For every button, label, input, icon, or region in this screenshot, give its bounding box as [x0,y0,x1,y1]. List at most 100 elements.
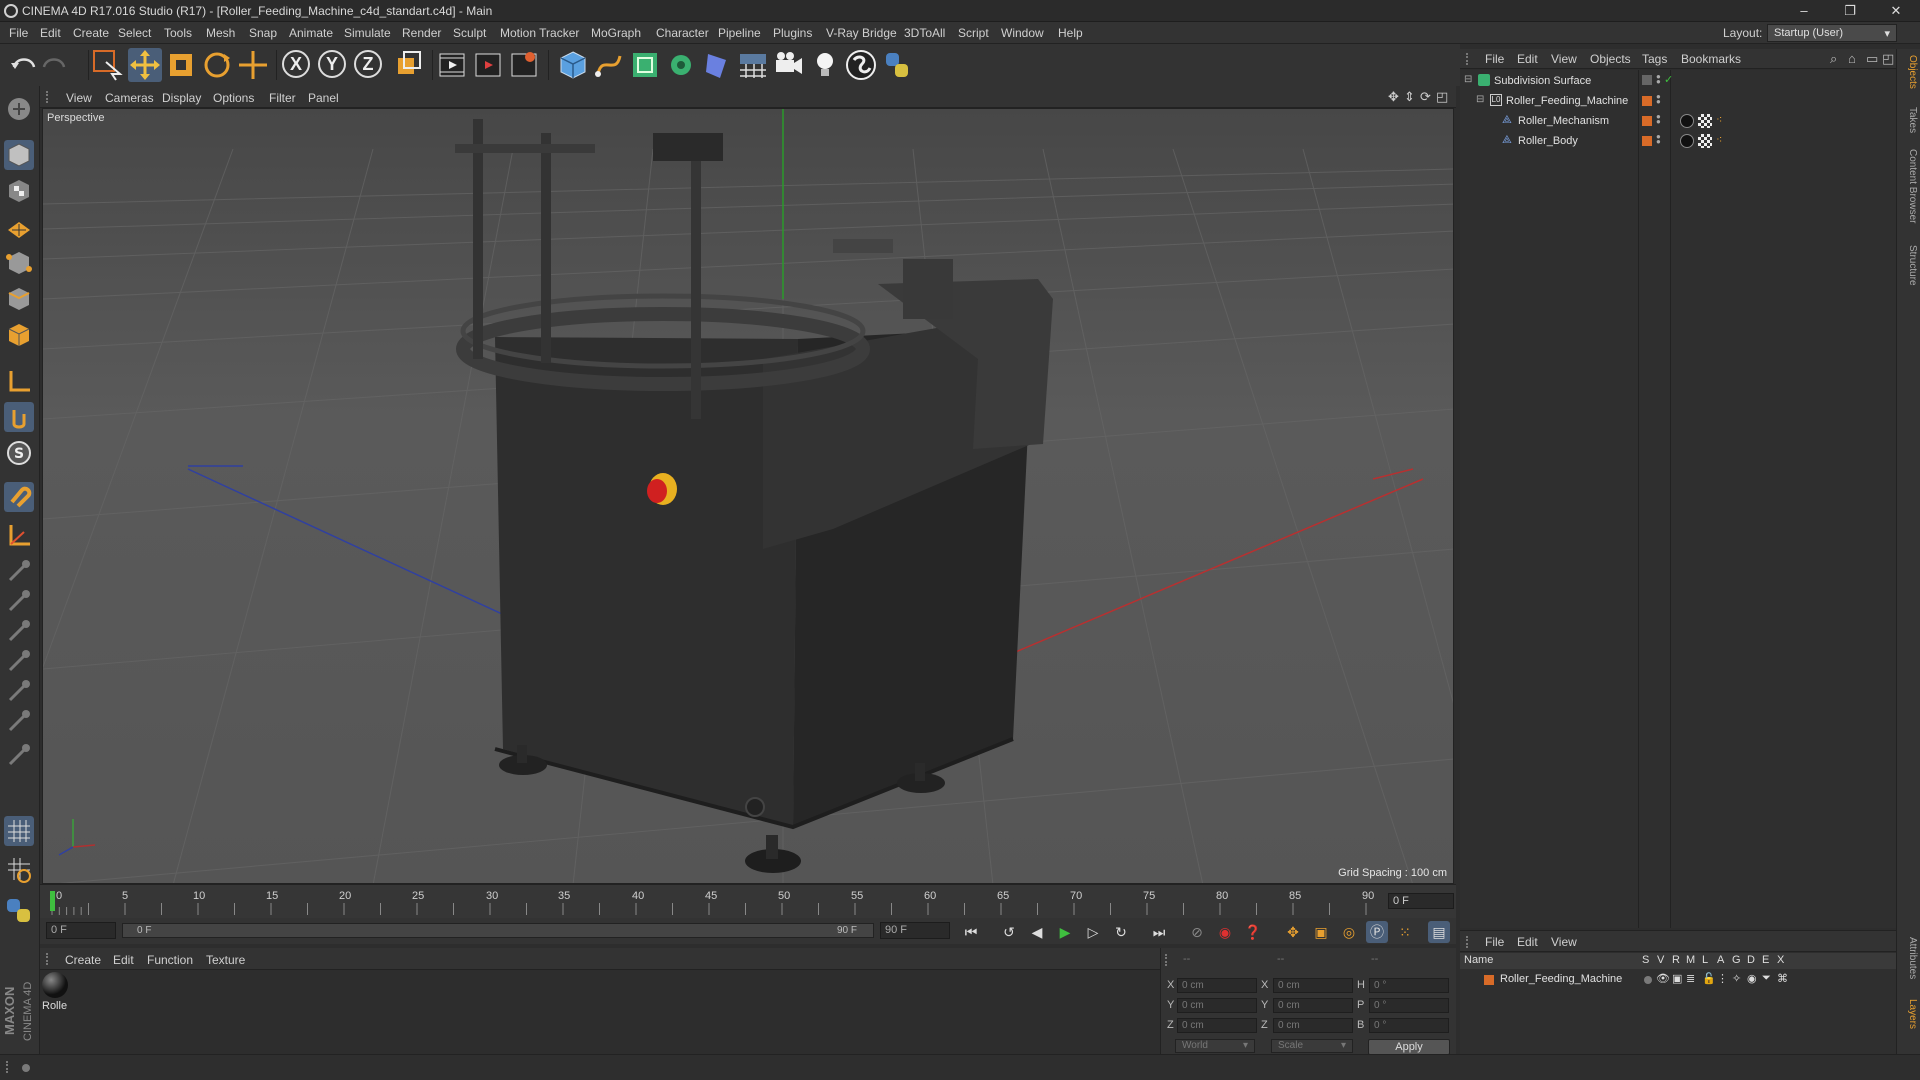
tree-row-subdivision-surface[interactable]: ⊟ Subdivision Surface ● ● ✓ [1460,73,1896,93]
material-swatch[interactable]: Rolle [42,972,70,1016]
panel-grip-icon[interactable] [1165,954,1175,966]
snapping-icon[interactable]: S [4,438,34,468]
model-mode-icon[interactable] [4,140,34,170]
material-menu-edit[interactable]: Edit [113,953,134,967]
tag-dots-icon[interactable]: ⁖ [1716,113,1722,126]
collapse-icon[interactable]: ⊟ [1464,74,1472,85]
layer-xref-icon[interactable]: ⌘ [1777,972,1788,985]
move-tool-icon[interactable] [128,48,162,82]
visibility-dots[interactable]: ● ● [1656,113,1661,126]
key-pla-icon[interactable]: ⁙ [1394,921,1416,943]
y-axis-lock-button[interactable]: Y [318,50,346,78]
menu-simulate[interactable]: Simulate [344,26,391,40]
layer-row[interactable]: Roller_Feeding_Machine 👁 ▣ ≣ 🔓 ⋮ ✧ ◉ ⏷ ⌘ [1460,971,1896,991]
pen-spline-icon[interactable] [592,48,626,82]
layer-swatch[interactable] [1642,136,1652,146]
viewport-zoom-icon[interactable]: ⇕ [1404,89,1415,105]
sculpt-brush-3-icon[interactable] [4,616,34,646]
redo-icon[interactable] [42,58,66,68]
layer-manager-icon[interactable]: ≣ [1686,972,1695,985]
tree-row-roller-body[interactable]: ⟁ Roller_Body ● ● ⁖ [1460,133,1896,153]
home-icon[interactable]: ⌂ [1848,51,1856,66]
next-key-icon[interactable]: ↻ [1110,921,1132,943]
record-keys-icon[interactable]: ⊘ [1186,921,1208,943]
panel-maximize-icon[interactable]: ◰ [1882,51,1894,67]
roller-feeding-machine-model[interactable] [455,119,1053,873]
menu-script[interactable]: Script [958,26,989,40]
python-script-icon[interactable] [4,896,34,926]
undo-icon[interactable] [11,58,36,70]
viewport-menu-display[interactable]: Display [162,91,201,105]
enabled-check-icon[interactable]: ✓ [1664,73,1673,86]
menu-vray-bridge[interactable]: V-Ray Bridge [826,26,897,40]
search-icon[interactable]: ⌕ [1830,51,1837,67]
menu-select[interactable]: Select [118,26,151,40]
rotation-p-field[interactable]: 0 ° [1369,998,1449,1013]
viewport-menu-panel[interactable]: Panel [308,91,339,105]
coordinate-mode-select[interactable]: World ▾ [1175,1039,1255,1053]
rotation-b-field[interactable]: 0 ° [1369,1018,1449,1033]
render-region-icon[interactable] [472,48,506,82]
object-menu-objects[interactable]: Objects [1590,52,1631,66]
layer-deformer-icon[interactable]: ◉ [1747,972,1757,985]
menu-3dtoall[interactable]: 3DToAll [904,26,945,40]
z-axis-lock-button[interactable]: Z [354,50,382,78]
position-x-field[interactable]: 0 cm [1177,978,1257,993]
edges-mode-icon[interactable] [4,284,34,314]
viewport-menu-cameras[interactable]: Cameras [105,91,154,105]
panel-grip-icon[interactable] [46,91,56,103]
menu-edit[interactable]: Edit [40,26,61,40]
tree-row-roller-mechanism[interactable]: ⟁ Roller_Mechanism ● ● ⁖ [1460,113,1896,133]
tweak-mode-icon[interactable] [4,402,34,432]
keyframe-selection-icon[interactable]: ❓ [1242,921,1264,943]
sculpt-brush-4-icon[interactable] [4,646,34,676]
current-frame-field[interactable]: 0 F [1388,893,1454,909]
menu-plugins[interactable]: Plugins [773,26,812,40]
deformer-icon[interactable] [700,48,734,82]
uvw-tag-icon[interactable] [1698,134,1712,148]
menu-sculpt[interactable]: Sculpt [453,26,486,40]
magnet-icon[interactable] [4,482,34,512]
key-parameter-icon[interactable]: Ⓟ [1366,921,1388,943]
panel-grip-icon[interactable] [1466,53,1476,65]
material-menu-create[interactable]: Create [65,953,101,967]
workplane-icon[interactable] [4,212,34,242]
layer-visible-eye-icon[interactable]: 👁 [1656,972,1670,985]
layer-render-icon[interactable]: ▣ [1672,972,1682,985]
sculpt-brush-6-icon[interactable] [4,706,34,736]
viewport-menu-view[interactable]: View [66,91,92,105]
coordinate-system-icon[interactable] [392,48,426,82]
grid-snap-icon[interactable] [4,854,34,884]
tab-content-browser[interactable]: Content Browser [1900,149,1918,223]
subdivision-surface-icon[interactable] [628,48,662,82]
visibility-dots[interactable]: ● ● [1656,73,1661,86]
menu-pipeline[interactable]: Pipeline [718,26,761,40]
material-tag-icon[interactable] [1680,134,1694,148]
tab-takes[interactable]: Takes [1900,107,1918,133]
position-z-field[interactable]: 0 cm [1177,1018,1257,1033]
cloner-icon[interactable] [664,48,698,82]
viewport-move-icon[interactable]: ✥ [1388,89,1399,105]
minimize-button[interactable]: – [1784,0,1824,22]
sculpt-brush-7-icon[interactable] [4,740,34,770]
viewport-maximize-icon[interactable]: ◰ [1436,89,1448,105]
tab-objects[interactable]: Objects [1900,55,1918,89]
axis-mode-icon[interactable] [4,366,34,396]
menu-motion-tracker[interactable]: Motion Tracker [500,26,579,40]
object-menu-edit[interactable]: Edit [1517,52,1538,66]
timeline-ruler[interactable]: 0 5 10 15 20 25 30 35 40 45 50 55 60 65 … [40,884,1456,918]
layer-swatch[interactable] [1642,96,1652,106]
layer-lock-icon[interactable]: 🔓 [1702,972,1716,985]
visibility-dots[interactable]: ● ● [1656,93,1661,106]
rotation-h-field[interactable]: 0 ° [1369,978,1449,993]
viewport-menu-options[interactable]: Options [213,91,254,105]
camera-icon[interactable] [772,48,806,82]
menu-render[interactable]: Render [402,26,441,40]
live-selection-icon[interactable] [92,48,126,82]
close-button[interactable]: ✕ [1876,0,1916,22]
menu-window[interactable]: Window [1001,26,1044,40]
tab-structure[interactable]: Structure [1900,245,1918,286]
render-view-icon[interactable] [436,48,470,82]
menu-mograph[interactable]: MoGraph [591,26,641,40]
tag-dots-icon[interactable]: ⁖ [1716,133,1722,146]
